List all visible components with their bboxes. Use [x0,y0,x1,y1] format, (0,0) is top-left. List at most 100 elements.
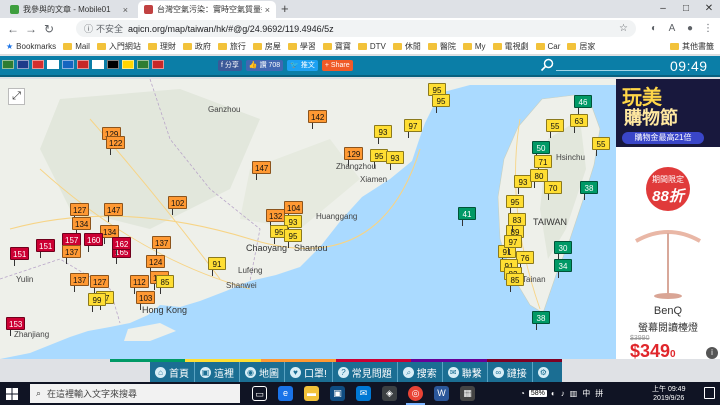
aqi-marker[interactable]: 83 [508,213,526,232]
language-flag-icon[interactable] [92,60,104,69]
search-input[interactable] [556,70,660,71]
wifi-icon[interactable]: ◔ [520,389,525,398]
ad-info-icon[interactable]: i [706,347,718,359]
aqi-marker[interactable]: 46 [574,95,592,114]
aqi-marker[interactable]: 95 [506,195,524,214]
aqi-marker[interactable]: 104 [284,201,304,220]
aqi-marker[interactable]: 102 [168,196,188,215]
aqi-marker[interactable]: 63 [570,114,588,133]
maximize-icon[interactable]: □ [675,0,697,18]
back-icon[interactable]: ← [4,22,22,36]
bookmark-folder[interactable]: 居家 [567,41,595,52]
aqi-marker[interactable]: 95 [432,94,450,113]
aqi-marker[interactable]: 55 [546,119,564,138]
windows-start-icon[interactable] [6,388,18,400]
file-explorer-icon[interactable]: ▬ [304,386,319,401]
battery-indicator[interactable]: 58% [528,390,547,397]
facebook-share-button[interactable]: f 分享 [218,60,242,71]
bookmark-folder[interactable]: 學習 [287,41,316,52]
extension-icon[interactable]: ◐ [646,18,662,39]
nav-map[interactable]: ◉ 地圖 [240,362,285,382]
new-tab-button[interactable]: + [281,1,289,16]
aqi-marker[interactable]: 38 [580,181,598,200]
aqi-marker[interactable]: 151 [10,247,30,266]
other-bookmarks[interactable]: 其他書籤 [670,41,714,52]
forward-icon[interactable]: → [22,22,40,36]
tab-aqicn[interactable]: 台灣空氣污染：實時空氣質量指數 × [138,1,276,18]
mail-icon[interactable]: ✉ [356,386,371,401]
volume-icon[interactable]: ♪ [561,389,565,398]
aqi-marker[interactable]: 137 [62,245,82,264]
tray-app-icon[interactable]: ◐ [551,389,556,398]
aqi-marker[interactable]: 91 [208,257,226,276]
nav-home[interactable]: ⌂ 首頁 [150,362,195,382]
network-icon[interactable]: ▥ [570,389,578,398]
edge-icon[interactable]: e [278,386,293,401]
aqi-marker[interactable]: 80 [530,169,548,188]
ime-icon[interactable]: 中 [582,388,590,399]
aqi-marker[interactable]: 153 [6,317,26,336]
aqi-marker[interactable]: 99 [88,293,106,312]
minimize-icon[interactable]: – [652,0,674,18]
advertisement[interactable]: 玩美 購物節 購物金最高21倍 期間限定 88折 BenQ 螢幕閱讀檯燈 $39… [616,79,720,359]
aqi-marker[interactable]: 93 [386,151,404,170]
taskbar-clock[interactable]: 上午 09:49 2019/9/26 [652,385,685,403]
bookmark-folder[interactable]: Mail [63,42,90,51]
language-flag-icon[interactable] [32,60,44,69]
aqi-marker[interactable]: 151 [36,239,56,258]
chrome-icon[interactable]: ◎ [406,386,425,405]
aqi-marker[interactable]: 147 [104,203,124,222]
aqi-marker[interactable]: 162 [112,237,132,256]
language-flag-icon[interactable] [107,60,119,69]
address-bar[interactable]: ⓘ 不安全 aqicn.org/map/taiwan/hk/#@g/24.969… [76,20,636,37]
language-flag-icon[interactable] [77,60,89,69]
nav-here[interactable]: ▣ 這裡 [195,362,240,382]
aqi-marker[interactable]: 160 [84,233,104,252]
word-icon[interactable]: W [434,386,449,401]
notification-icon[interactable] [704,387,715,399]
aqi-marker[interactable]: 41 [458,207,476,226]
aqi-marker[interactable]: 132 [266,209,286,228]
aqi-marker[interactable]: 38 [532,311,550,330]
app-icon[interactable]: ◈ [382,386,397,401]
aqi-marker[interactable]: 93 [374,125,392,144]
task-view-icon[interactable]: ▭ [252,386,267,401]
profile-avatar-icon[interactable]: ● [682,18,698,39]
aqi-marker[interactable]: 134 [72,217,92,236]
fullscreen-icon[interactable]: ⤢ [8,88,25,105]
bookmark-star-icon[interactable]: ☆ [619,23,628,34]
app-icon[interactable]: ▦ [460,386,475,401]
nav-search[interactable]: ⌕ 搜索 [398,362,443,382]
store-icon[interactable]: ▣ [330,386,345,401]
tweet-button[interactable]: 🐦 推文 [287,60,318,71]
bookmarks-menu[interactable]: ★ Bookmarks [6,42,56,51]
search-icon[interactable] [540,58,554,72]
reload-icon[interactable]: ↻ [40,22,58,36]
aqi-marker[interactable]: 76 [516,251,534,270]
translate-icon[interactable]: A [664,18,680,39]
nav-links[interactable]: ∞ 鏈接 [488,362,533,382]
language-flag-icon[interactable] [62,60,74,69]
facebook-like-button[interactable]: 👍 讚 708 [245,60,284,71]
info-icon[interactable]: ⓘ [84,22,93,35]
tab-mobile01[interactable]: 我參與的文章 - Mobile01 × [4,1,134,18]
bookmark-folder[interactable]: Car [535,42,560,51]
close-tab-icon[interactable]: × [265,5,270,15]
aqi-marker[interactable]: 129 [344,147,364,166]
aqi-marker[interactable]: 127 [70,203,90,222]
aqi-marker[interactable]: 127 [90,275,110,294]
language-flag-icon[interactable] [137,60,149,69]
bookmark-folder[interactable]: 休閒 [392,41,421,52]
aqi-marker[interactable]: 85 [506,273,524,292]
bookmark-folder[interactable]: 理財 [147,41,176,52]
aqi-marker[interactable]: 112 [130,275,149,294]
aqi-marker[interactable]: 34 [554,259,572,278]
ime-mode-icon[interactable]: 拼 [595,388,603,399]
aqi-marker[interactable]: 97 [504,235,522,254]
aqi-marker[interactable]: 50 [532,141,550,160]
bookmark-folder[interactable]: 政府 [182,41,211,52]
aqi-marker[interactable]: 122 [106,136,126,155]
nav-masks[interactable]: ♥ 口罩! [285,362,333,382]
bookmark-folder[interactable]: 寶寶 [322,41,351,52]
bookmark-folder[interactable]: 電視劇 [492,41,529,52]
